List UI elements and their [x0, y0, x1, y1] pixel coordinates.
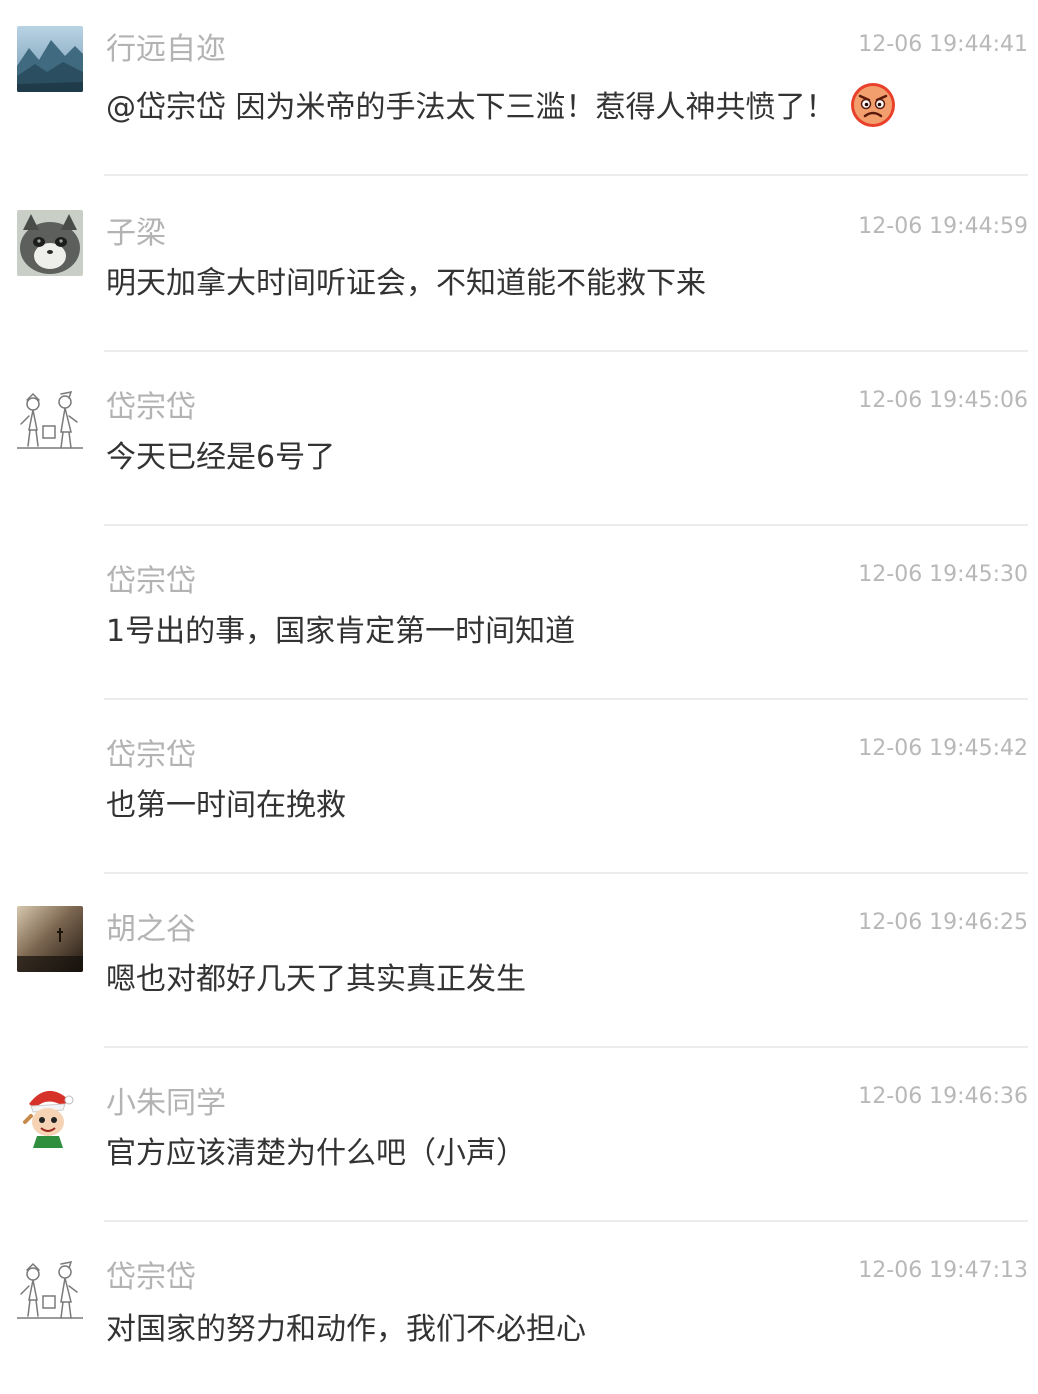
timestamp: 12-06 19:45:30 — [858, 562, 1028, 587]
timestamp: 12-06 19:46:36 — [858, 1084, 1028, 1109]
mountain-landscape-avatar-icon — [17, 26, 83, 92]
message-text: 今天已经是6号了 — [106, 440, 336, 475]
timestamp: 12-06 19:45:42 — [858, 736, 1028, 761]
message-text: 明天加拿大时间听证会，不知道能不能救下来 — [106, 266, 706, 301]
username[interactable]: 岱宗岱 — [106, 1258, 196, 1298]
avatar[interactable] — [17, 210, 83, 276]
message-item: 岱宗岱 12-06 19:45:06 今天已经是6号了 — [0, 350, 1038, 526]
timestamp: 12-06 19:44:41 — [858, 32, 1028, 57]
message-content: @岱宗岱 因为米帝的手法太下三滥！惹得人神共愤了！ — [106, 82, 896, 132]
message-text: 也第一时间在挽救 — [106, 788, 346, 823]
message-text: 对国家的努力和动作，我们不必担心 — [106, 1312, 586, 1347]
timestamp: 12-06 19:46:25 — [858, 910, 1028, 935]
username[interactable]: 小朱同学 — [106, 1084, 226, 1124]
message-item: 岱宗岱 12-06 19:47:13 对国家的努力和动作，我们不必担心 — [0, 1220, 1038, 1394]
avatar[interactable] — [17, 26, 83, 92]
sketch-figures-avatar-icon — [17, 386, 83, 452]
sketch-figures-avatar-icon — [17, 1256, 83, 1322]
username[interactable]: 子梁 — [106, 214, 166, 254]
cartoon-character-avatar-icon — [17, 1082, 83, 1148]
message-text: @岱宗岱 因为米帝的手法太下三滥！惹得人神共愤了！ — [106, 90, 836, 125]
avatar[interactable] — [17, 1082, 83, 1148]
avatar[interactable] — [17, 906, 83, 972]
message-item: 胡之谷 12-06 19:46:25 嗯也对都好几天了其实真正发生 — [0, 872, 1038, 1048]
message-item: 岱宗岱 12-06 19:45:42 也第一时间在挽救 — [0, 698, 1038, 874]
angry-face-icon — [850, 82, 896, 128]
message-item: 行远自迩 12-06 19:44:41 @岱宗岱 因为米帝的手法太下三滥！惹得人… — [0, 0, 1038, 176]
timestamp: 12-06 19:45:06 — [858, 388, 1028, 413]
username[interactable]: 岱宗岱 — [106, 388, 196, 428]
username[interactable]: 行远自迩 — [106, 30, 226, 70]
message-item: 小朱同学 12-06 19:46:36 官方应该清楚为什么吧（小声） — [0, 1046, 1038, 1222]
message-item: 岱宗岱 12-06 19:45:30 1号出的事，国家肯定第一时间知道 — [0, 524, 1038, 700]
message-text: 1号出的事，国家肯定第一时间知道 — [106, 614, 576, 649]
message-item: 子梁 12-06 19:44:59 明天加拿大时间听证会，不知道能不能救下来 — [0, 176, 1038, 352]
avatar[interactable] — [17, 1256, 83, 1322]
dark-photo-avatar-icon — [17, 906, 83, 972]
username[interactable]: 岱宗岱 — [106, 736, 196, 776]
avatar[interactable] — [17, 386, 83, 452]
message-text: 官方应该清楚为什么吧（小声） — [106, 1136, 526, 1171]
timestamp: 12-06 19:44:59 — [858, 214, 1028, 239]
username[interactable]: 岱宗岱 — [106, 562, 196, 602]
timestamp: 12-06 19:47:13 — [858, 1258, 1028, 1283]
cat-avatar-icon — [17, 210, 83, 276]
message-text: 嗯也对都好几天了其实真正发生 — [106, 962, 526, 997]
username[interactable]: 胡之谷 — [106, 910, 196, 950]
